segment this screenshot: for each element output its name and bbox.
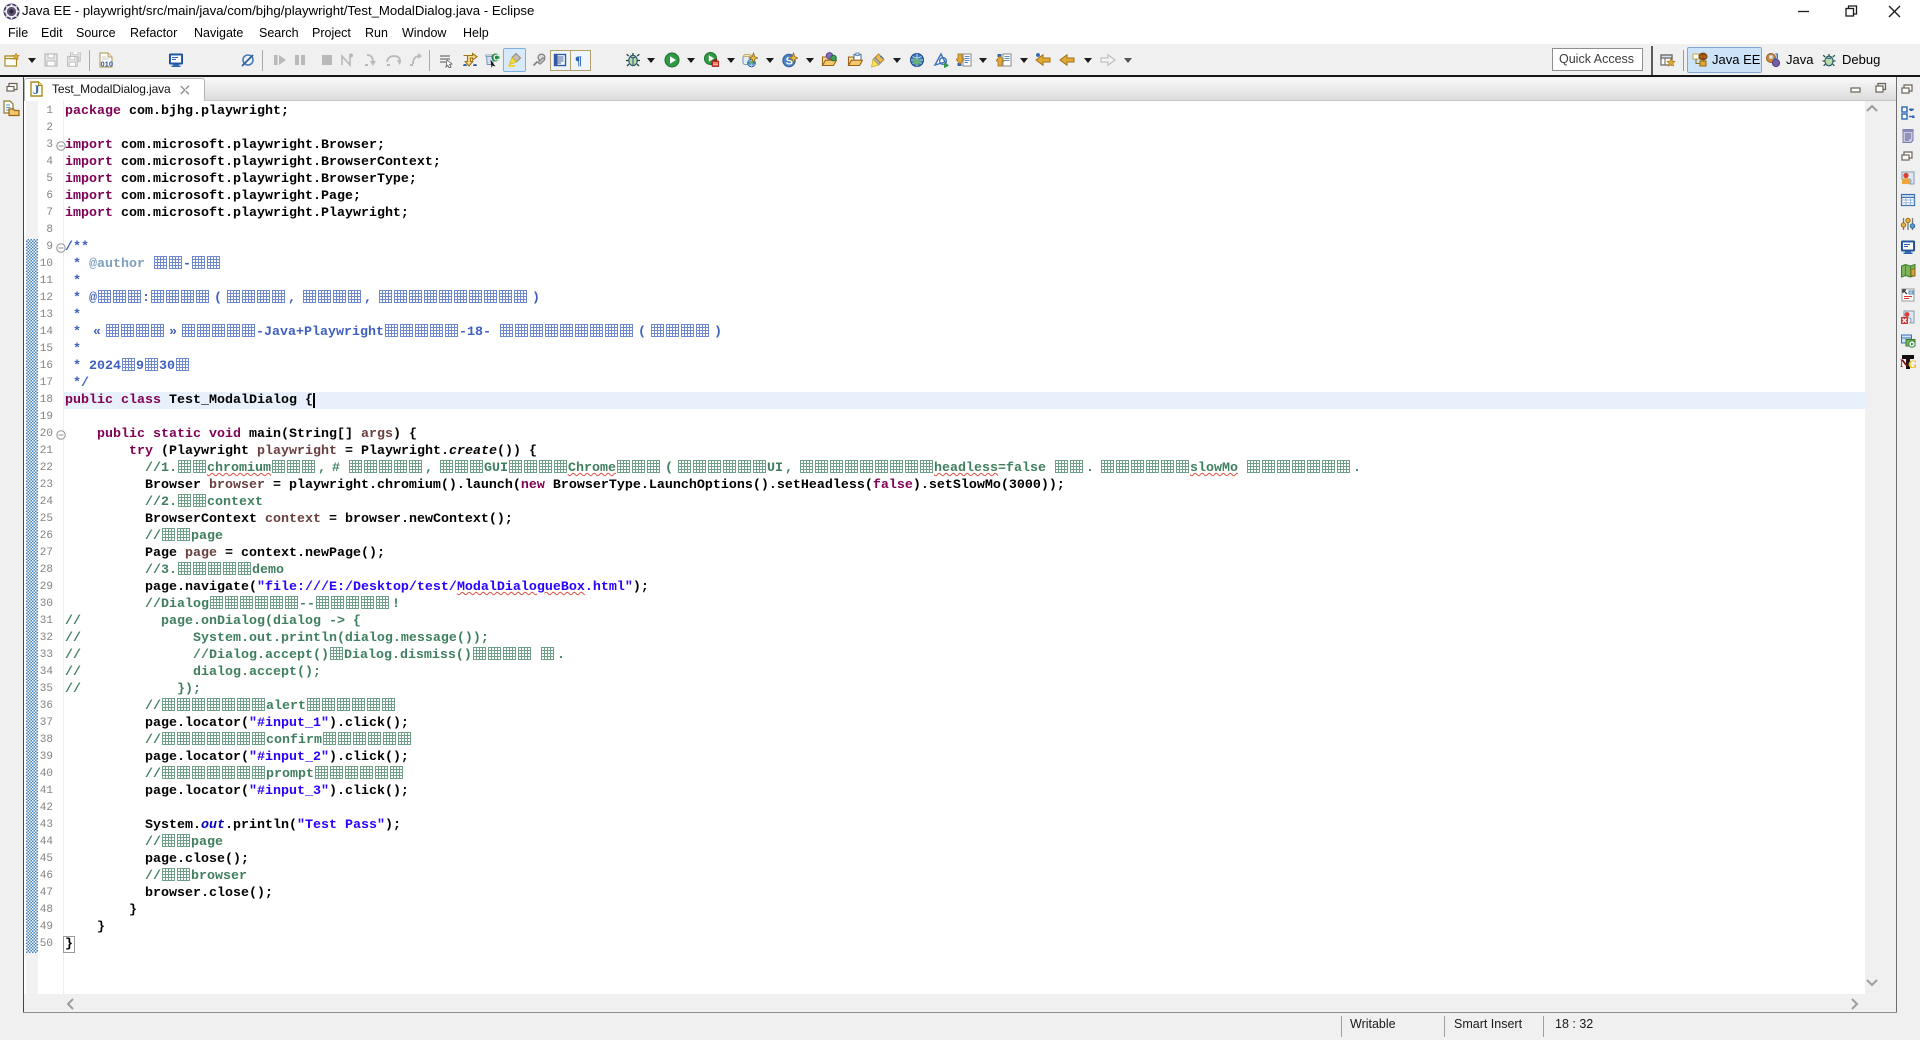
svg-text:010: 010 <box>101 60 114 69</box>
svg-text:¶: ¶ <box>575 53 582 68</box>
svg-text:J: J <box>33 82 40 97</box>
svg-text:J: J <box>1774 52 1779 62</box>
svg-text:C: C <box>493 53 499 63</box>
svg-text:G: G <box>1908 357 1916 370</box>
